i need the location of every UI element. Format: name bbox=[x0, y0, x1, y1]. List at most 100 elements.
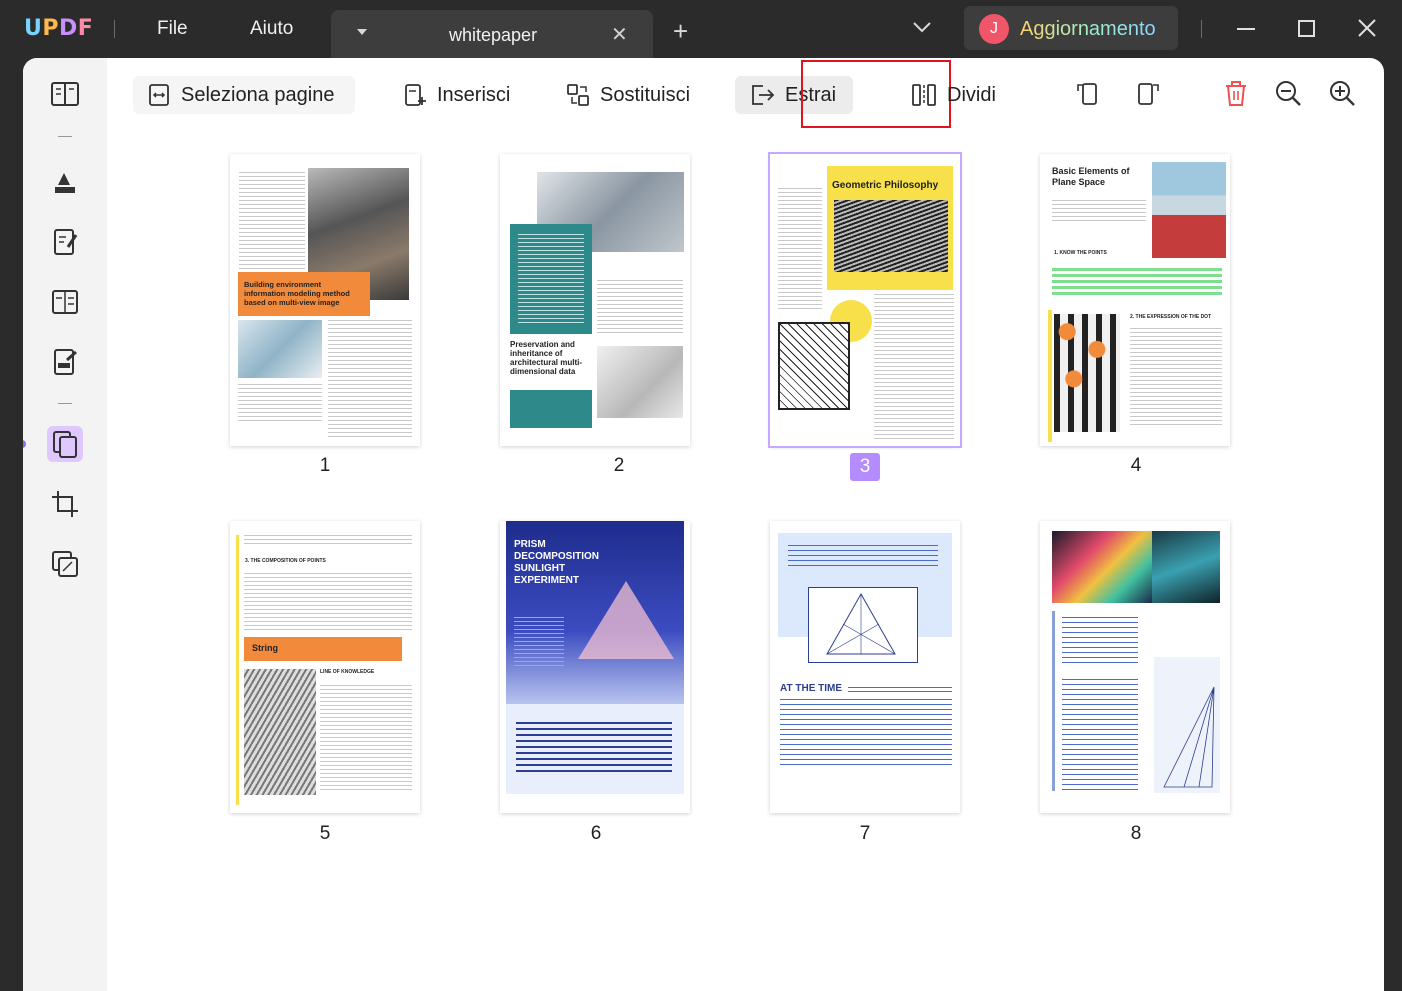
select-pages-icon bbox=[149, 84, 169, 106]
divider bbox=[58, 403, 72, 404]
blueprint-image bbox=[597, 346, 683, 418]
replace-icon bbox=[567, 84, 589, 106]
page-thumbnail-3[interactable]: Geometric Philosophy bbox=[768, 152, 962, 448]
text-block bbox=[320, 685, 412, 793]
wave-image bbox=[834, 200, 948, 272]
text-block bbox=[597, 280, 683, 334]
insert-label: Inserisci bbox=[437, 83, 511, 106]
page-thumbnail-6[interactable]: PRISM DECOMPOSITION SUNLIGHT EXPERIMENT bbox=[500, 521, 690, 813]
select-pages-button[interactable]: Seleziona pagine bbox=[133, 76, 355, 114]
zoom-in-icon[interactable] bbox=[1327, 78, 1357, 108]
menu-help[interactable]: Aiuto bbox=[250, 18, 293, 40]
tab-dropdown-icon[interactable] bbox=[357, 29, 367, 35]
accent-bar bbox=[1048, 310, 1052, 442]
text-block bbox=[778, 188, 822, 312]
replace-button[interactable]: Sostituisci bbox=[552, 76, 704, 114]
replace-label: Sostituisci bbox=[600, 83, 691, 106]
teal-block bbox=[510, 224, 592, 334]
insert-icon bbox=[405, 84, 426, 106]
extract-icon bbox=[752, 85, 775, 105]
text-block bbox=[1062, 679, 1138, 791]
accent-bar bbox=[1052, 611, 1055, 791]
blue-panel bbox=[778, 533, 952, 663]
text-block bbox=[1130, 328, 1222, 428]
page-number-5: 5 bbox=[319, 823, 331, 844]
page-4-section-2: 2. THE EXPRESSION OF THE DOT bbox=[1130, 314, 1212, 320]
text-block bbox=[244, 573, 412, 631]
page-thumbnail-2[interactable]: Preservation and inheritance of architec… bbox=[500, 154, 690, 446]
select-pages-label: Seleziona pagine bbox=[181, 83, 335, 106]
page-number-8: 8 bbox=[1130, 823, 1142, 844]
divider bbox=[114, 20, 115, 38]
crop-icon[interactable] bbox=[47, 486, 83, 522]
caption-panel bbox=[506, 704, 684, 794]
maximize-icon[interactable] bbox=[1296, 14, 1318, 44]
organize-pages-icon[interactable] bbox=[47, 426, 83, 462]
insert-button[interactable]: Inserisci bbox=[389, 76, 524, 114]
close-window-icon[interactable] bbox=[1356, 14, 1378, 44]
divider bbox=[1201, 20, 1202, 38]
rotate-right-icon[interactable] bbox=[1133, 78, 1163, 108]
layers-icon[interactable] bbox=[47, 546, 83, 582]
text-block bbox=[780, 699, 952, 769]
text-block bbox=[244, 535, 412, 545]
text-block bbox=[328, 320, 412, 438]
sign-icon[interactable] bbox=[47, 344, 83, 380]
comment-icon[interactable] bbox=[47, 164, 83, 200]
avatar: J bbox=[979, 14, 1009, 44]
page-1-headline: Building environment information modelin… bbox=[238, 272, 370, 316]
geometry-image bbox=[778, 322, 850, 410]
main-window: Seleziona pagine Inserisci Sostituisci E… bbox=[23, 58, 1384, 991]
split-label: Dividi bbox=[947, 83, 996, 106]
reader-mode-icon[interactable] bbox=[47, 76, 83, 112]
accent-bar bbox=[236, 535, 239, 805]
tab-title: whitepaper bbox=[449, 25, 538, 45]
text-block bbox=[1052, 200, 1146, 224]
prism-image bbox=[1152, 531, 1220, 603]
page-thumbnail-4[interactable]: Basic Elements of Plane Space 1. KNOW TH… bbox=[1040, 154, 1230, 446]
text-block bbox=[848, 687, 952, 695]
page-thumbnail-7[interactable]: AT THE TIME bbox=[770, 521, 960, 813]
page-number-4: 4 bbox=[1130, 455, 1142, 476]
left-sidebar bbox=[23, 58, 107, 991]
active-indicator bbox=[23, 440, 26, 448]
page-6-headline: PRISM DECOMPOSITION SUNLIGHT EXPERIMENT bbox=[514, 539, 600, 586]
page-number-3: 3 bbox=[850, 453, 880, 481]
text-block bbox=[238, 384, 322, 424]
upgrade-label: Aggiornamento bbox=[1020, 18, 1156, 40]
page-thumbnail-8[interactable] bbox=[1040, 521, 1230, 813]
page-number-2: 2 bbox=[613, 455, 625, 476]
highlighted-text bbox=[1052, 268, 1222, 296]
dots-image bbox=[1054, 314, 1120, 432]
close-tab-icon[interactable]: ✕ bbox=[611, 22, 628, 47]
building-image bbox=[238, 320, 322, 378]
trash-icon[interactable] bbox=[1221, 78, 1251, 108]
title-bar: UPDF File Aiuto whitepaper ✕ + J Aggiorn… bbox=[0, 0, 1402, 58]
menu-file[interactable]: File bbox=[157, 18, 188, 40]
minimize-icon[interactable] bbox=[1235, 14, 1257, 44]
chevron-down-icon[interactable] bbox=[912, 20, 932, 34]
red-building-image bbox=[1152, 162, 1226, 258]
page-4-headline: Basic Elements of Plane Space bbox=[1052, 166, 1130, 187]
new-tab-icon[interactable]: + bbox=[673, 18, 688, 44]
rainbow-image bbox=[1052, 531, 1152, 603]
page-thumbnail-1[interactable]: Building environment information modelin… bbox=[230, 154, 420, 446]
page-5-section-1: 3. THE COMPOSITION OF POINTS bbox=[245, 558, 326, 564]
zoom-out-icon[interactable] bbox=[1273, 78, 1303, 108]
page-thumbnail-5[interactable]: 3. THE COMPOSITION OF POINTS String LINE… bbox=[230, 521, 420, 813]
upgrade-button[interactable]: J Aggiornamento bbox=[964, 6, 1178, 50]
app-logo: UPDF bbox=[24, 16, 94, 41]
edit-pdf-icon[interactable] bbox=[47, 224, 83, 260]
document-tab[interactable]: whitepaper ✕ bbox=[331, 10, 653, 58]
page-toolbar: Seleziona pagine Inserisci Sostituisci E… bbox=[107, 58, 1384, 138]
page-5-section-2: LINE OF KNOWLEDGE bbox=[320, 669, 375, 675]
page-5-headline: String bbox=[244, 637, 402, 661]
structure-image bbox=[244, 669, 316, 795]
split-button[interactable]: Dividi bbox=[897, 76, 1010, 114]
text-block bbox=[1062, 617, 1138, 665]
rotate-left-icon[interactable] bbox=[1073, 78, 1103, 108]
page-number-6: 6 bbox=[590, 823, 602, 844]
page-7-headline: AT THE TIME bbox=[780, 683, 843, 694]
form-icon[interactable] bbox=[47, 284, 83, 320]
text-block bbox=[514, 617, 564, 667]
